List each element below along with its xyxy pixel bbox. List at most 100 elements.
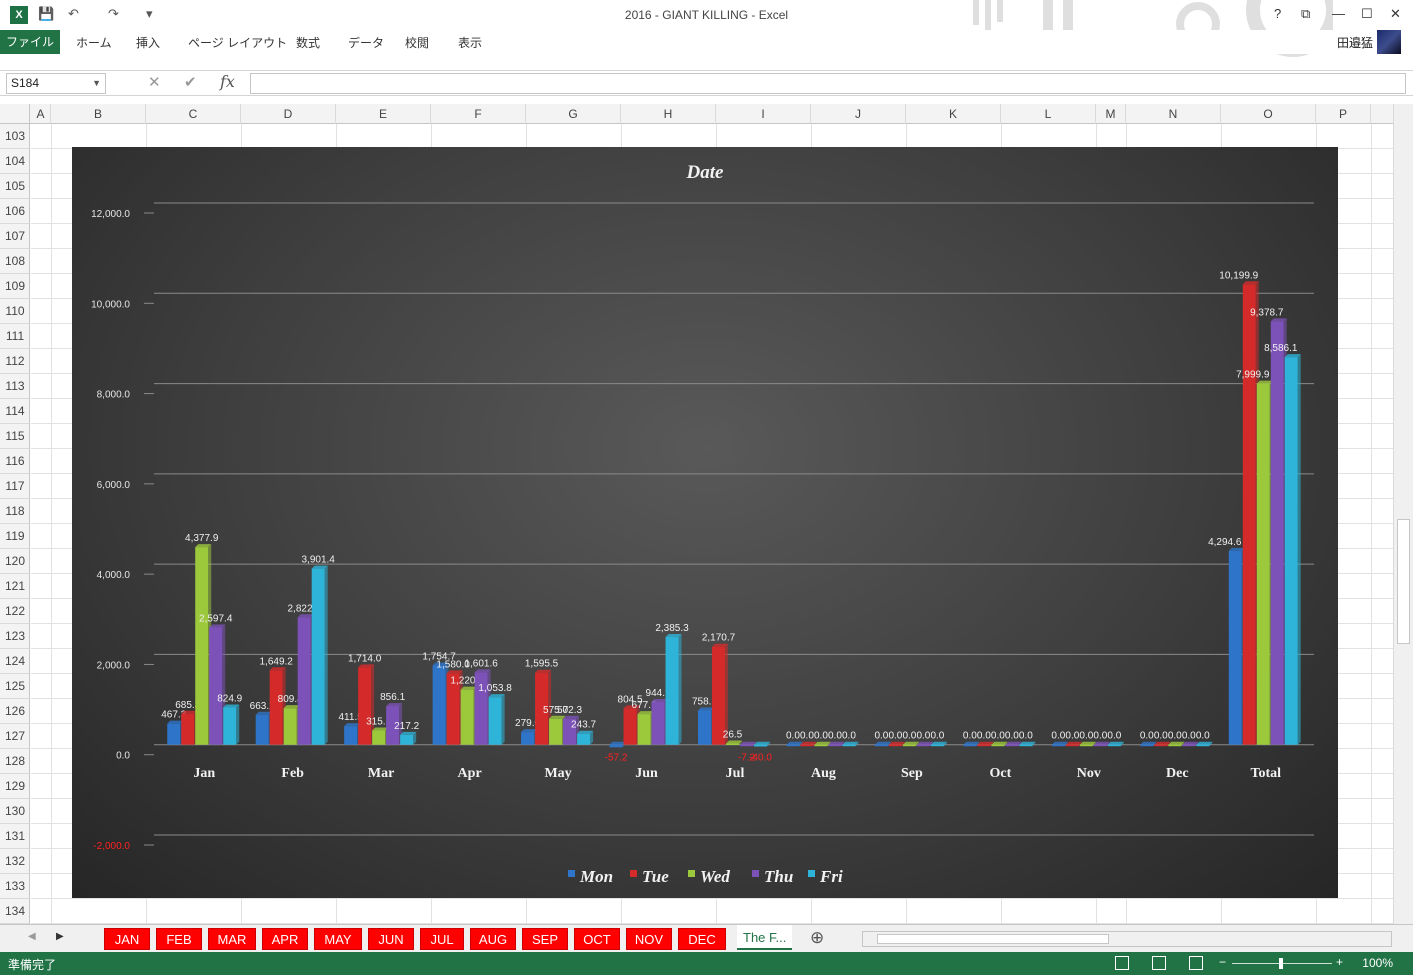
row-header[interactable]: 128 — [0, 749, 29, 774]
column-header-n[interactable]: N — [1126, 104, 1221, 124]
row-header[interactable]: 103 — [0, 124, 29, 149]
column-header-p[interactable]: P — [1316, 104, 1371, 124]
tab-insert[interactable]: 挿入 — [136, 34, 160, 51]
data-label: 3,901.4 — [302, 555, 336, 566]
insert-function-icon[interactable]: fx — [220, 72, 235, 91]
row-header[interactable]: 109 — [0, 274, 29, 299]
tab-data[interactable]: データ — [348, 34, 384, 51]
sheet-tab-may[interactable]: MAY — [314, 928, 362, 950]
row-header[interactable]: 114 — [0, 399, 29, 424]
select-all-corner[interactable] — [0, 104, 30, 124]
row-header[interactable]: 119 — [0, 524, 29, 549]
row-header[interactable]: 132 — [0, 849, 29, 874]
chart-area[interactable]: Date -2,000.0 0.0 2,000.0 4,000.0 6,000.0 8,00… — [72, 147, 1338, 898]
page-break-view-icon[interactable] — [1189, 956, 1203, 970]
sheet-tab-apr[interactable]: APR — [262, 928, 308, 950]
row-header[interactable]: 127 — [0, 724, 29, 749]
scroll-tabs-right-icon[interactable]: ▶ — [56, 931, 64, 942]
column-header-l[interactable]: L — [1001, 104, 1096, 124]
row-header[interactable]: 124 — [0, 649, 29, 674]
row-header[interactable]: 131 — [0, 824, 29, 849]
close-icon[interactable]: ✕ — [1390, 6, 1401, 22]
sheet-tab-dec[interactable]: DEC — [678, 928, 726, 950]
help-icon[interactable]: ? — [1274, 6, 1281, 21]
row-header[interactable]: 107 — [0, 224, 29, 249]
name-box[interactable]: S184 ▼ — [6, 73, 106, 94]
normal-view-icon[interactable] — [1115, 956, 1129, 970]
row-header[interactable]: 118 — [0, 499, 29, 524]
column-header-b[interactable]: B — [51, 104, 146, 124]
maximize-icon[interactable]: ☐ — [1361, 6, 1373, 22]
sheet-tab-active[interactable]: The F... — [737, 925, 793, 950]
row-header[interactable]: 115 — [0, 424, 29, 449]
vertical-scrollbar[interactable] — [1393, 104, 1413, 924]
column-header-e[interactable]: E — [336, 104, 431, 124]
row-header[interactable]: 112 — [0, 349, 29, 374]
column-header-i[interactable]: I — [716, 104, 811, 124]
sheet-tab-jul[interactable]: JUL — [420, 928, 464, 950]
column-header-j[interactable]: J — [811, 104, 906, 124]
minimize-icon[interactable]: — — [1332, 6, 1345, 21]
column-header-d[interactable]: D — [241, 104, 336, 124]
row-header[interactable]: 126 — [0, 699, 29, 724]
sheet-tab-nov[interactable]: NOV — [626, 928, 672, 950]
vertical-scroll-thumb[interactable] — [1397, 519, 1410, 644]
column-header-c[interactable]: C — [146, 104, 241, 124]
column-header-a[interactable]: A — [31, 104, 51, 124]
row-header[interactable]: 121 — [0, 574, 29, 599]
row-header[interactable]: 130 — [0, 799, 29, 824]
row-header[interactable]: 125 — [0, 674, 29, 699]
tab-home[interactable]: ホーム — [76, 34, 112, 51]
tab-view[interactable]: 表示 — [458, 34, 482, 51]
sheet-tab-oct[interactable]: OCT — [574, 928, 620, 950]
row-header[interactable]: 105 — [0, 174, 29, 199]
horizontal-scroll-thumb[interactable] — [877, 934, 1109, 944]
avatar[interactable] — [1377, 30, 1401, 54]
sheet-tab-aug[interactable]: AUG — [470, 928, 516, 950]
tab-review[interactable]: 校閲 — [405, 34, 429, 51]
horizontal-scrollbar[interactable] — [862, 931, 1392, 947]
column-header-f[interactable]: F — [431, 104, 526, 124]
row-header[interactable]: 111 — [0, 324, 29, 349]
add-sheet-icon[interactable]: ⊕ — [810, 928, 824, 948]
zoom-in-icon[interactable]: + — [1336, 955, 1343, 969]
formula-input[interactable] — [250, 73, 1406, 94]
row-header[interactable]: 110 — [0, 299, 29, 324]
chevron-down-icon[interactable]: ▼ — [92, 74, 101, 93]
row-header[interactable]: 123 — [0, 624, 29, 649]
row-header[interactable]: 129 — [0, 774, 29, 799]
tab-file[interactable]: ファイル — [0, 30, 60, 54]
zoom-level[interactable]: 100% — [1362, 956, 1393, 970]
row-header[interactable]: 134 — [0, 899, 29, 924]
column-header-g[interactable]: G — [526, 104, 621, 124]
enter-icon[interactable]: ✔ — [184, 73, 197, 91]
row-header[interactable]: 104 — [0, 149, 29, 174]
sheet-tab-feb[interactable]: FEB — [156, 928, 202, 950]
column-header-o[interactable]: O — [1221, 104, 1316, 124]
user-name[interactable]: 田邉猛 — [1337, 34, 1373, 51]
row-header[interactable]: 116 — [0, 449, 29, 474]
sheet-tab-mar[interactable]: MAR — [208, 928, 256, 950]
sheet-tab-jan[interactable]: JAN — [104, 928, 150, 950]
sheet-tab-sep[interactable]: SEP — [522, 928, 568, 950]
row-header[interactable]: 122 — [0, 599, 29, 624]
cancel-icon[interactable]: ✕ — [148, 73, 161, 91]
x-tick-label: Sep — [901, 766, 923, 781]
row-header[interactable]: 133 — [0, 874, 29, 899]
tab-page-layout[interactable]: ページ レイアウト — [188, 34, 287, 51]
row-header[interactable]: 117 — [0, 474, 29, 499]
row-header[interactable]: 113 — [0, 374, 29, 399]
sheet-tab-jun[interactable]: JUN — [368, 928, 414, 950]
column-header-h[interactable]: H — [621, 104, 716, 124]
zoom-out-icon[interactable]: − — [1219, 955, 1226, 969]
row-header[interactable]: 120 — [0, 549, 29, 574]
zoom-slider-knob[interactable] — [1279, 958, 1283, 969]
column-header-m[interactable]: M — [1096, 104, 1126, 124]
row-header[interactable]: 106 — [0, 199, 29, 224]
scroll-tabs-left-icon[interactable]: ◀ — [28, 931, 36, 942]
tab-formulas[interactable]: 数式 — [296, 34, 320, 51]
column-header-k[interactable]: K — [906, 104, 1001, 124]
page-layout-view-icon[interactable] — [1152, 956, 1166, 970]
ribbon-display-icon[interactable]: ⧉ — [1301, 6, 1310, 22]
row-header[interactable]: 108 — [0, 249, 29, 274]
